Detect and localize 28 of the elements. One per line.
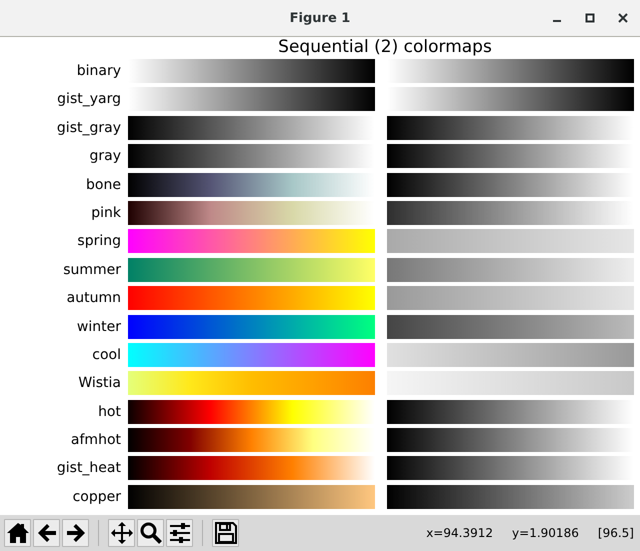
- colormap-name: afmhot: [70, 432, 122, 448]
- maximize-icon[interactable]: [585, 13, 595, 23]
- colormap-name: gist_gray: [56, 120, 122, 136]
- zoom-button[interactable]: [137, 519, 164, 547]
- back-button[interactable]: [33, 519, 60, 547]
- colormap-name: winter: [76, 318, 122, 335]
- colormap-name: hot: [97, 404, 122, 420]
- forward-button[interactable]: [62, 519, 89, 547]
- colormap-name: spring: [76, 233, 122, 250]
- close-icon[interactable]: [618, 13, 628, 23]
- save-button[interactable]: [212, 519, 239, 547]
- cursor-coordinates: x=94.3912 y=1.90186 [96.5]: [426, 526, 634, 540]
- window-title: Figure 1: [290, 10, 350, 26]
- colormap-name: copper: [72, 488, 122, 505]
- colormap-name: gist_yarg: [56, 91, 122, 108]
- pan-button[interactable]: [108, 519, 135, 547]
- colormap-name: autumn: [66, 290, 122, 306]
- colormap-name: gray: [88, 148, 122, 164]
- colormap-name: cool: [91, 346, 122, 363]
- configure-button[interactable]: [166, 519, 193, 547]
- colormap-name: gist_heat: [56, 460, 122, 476]
- colormap-name: summer: [62, 262, 122, 278]
- colormap-name: Wistia: [77, 375, 122, 392]
- colormap-name: bone: [85, 176, 122, 193]
- colormap-name: binary: [76, 63, 122, 79]
- figure-title: Sequential (2) colormaps: [277, 37, 493, 57]
- home-button[interactable]: [4, 519, 31, 547]
- colormap-name: pink: [90, 204, 122, 221]
